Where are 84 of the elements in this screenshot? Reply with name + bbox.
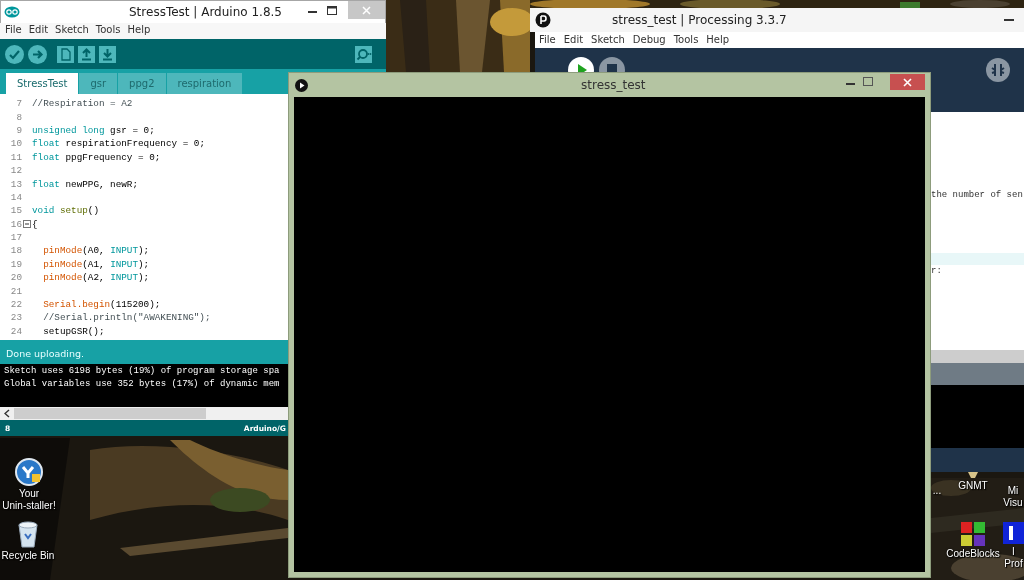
console-line: Sketch uses 6198 bytes (19%) of program storage spa	[4, 366, 281, 378]
code-line: the number of sen	[931, 190, 1023, 200]
line-number: 24	[9, 325, 22, 337]
minimize-icon[interactable]	[308, 11, 317, 14]
desktop-icon-label[interactable]: Recycle Bin	[1, 550, 55, 562]
upload-button[interactable]	[28, 44, 47, 64]
line-number: 17	[9, 232, 22, 244]
menu-item[interactable]: Help	[706, 34, 730, 46]
line-number: 20	[9, 272, 22, 284]
desktop-icon-label[interactable]: I Prof	[1004, 546, 1023, 570]
line-number: 10	[9, 138, 22, 150]
window-title: stress_test | Processing 3.3.7	[612, 13, 787, 27]
desktop-icon-label[interactable]: Mi Visu	[1003, 485, 1023, 509]
line-number: 12	[9, 165, 22, 177]
code-line: float newPPG, newR;	[32, 178, 138, 190]
menu-item[interactable]: Tools	[95, 24, 121, 38]
line-number: 19	[9, 258, 22, 270]
code-line: float respirationFrequency = 0;	[32, 138, 205, 150]
line-number: 18	[9, 245, 22, 257]
close-button[interactable]	[890, 74, 925, 90]
menu-item[interactable]: Sketch	[591, 34, 625, 46]
console-line: Global variables use 352 bytes (17%) of dynamic mem	[4, 379, 281, 391]
code-line: void setup()	[32, 205, 99, 217]
recycle-bin-icon[interactable]	[17, 520, 39, 548]
run-button[interactable]	[568, 57, 594, 72]
menu-item[interactable]: Tools	[673, 34, 699, 46]
code-line: //Serial.println("AWAKENING");	[42, 312, 211, 324]
desktop-icon-label[interactable]: ...	[932, 485, 942, 497]
window-title: stress_test	[581, 78, 646, 92]
line-number: 7	[15, 98, 22, 110]
code-line: pinMode(A2, INPUT);	[42, 272, 150, 284]
line-number: 16	[9, 218, 22, 230]
close-icon[interactable]	[903, 77, 912, 87]
code-line: Serial.begin(115200);	[42, 299, 161, 311]
code-line: float ppgFrequency = 0;	[32, 151, 161, 163]
minimize-icon[interactable]	[1004, 19, 1014, 22]
file-tab[interactable]: StressTest	[6, 73, 79, 94]
maximize-icon[interactable]	[327, 6, 337, 15]
line-number: 13	[9, 178, 22, 190]
line-number: 22	[9, 299, 22, 311]
code-line: setupGSR();	[42, 325, 105, 337]
scrollbar[interactable]	[931, 350, 1024, 363]
window-title: StressTest | Arduino 1.8.5	[129, 5, 282, 19]
blocks-icon[interactable]	[961, 522, 985, 546]
new-file-button[interactable]	[57, 45, 74, 63]
desktop-icon-label[interactable]: Your Unin-staller!	[2, 488, 56, 512]
menu-item[interactable]: File	[5, 24, 22, 38]
serial-monitor-button[interactable]	[355, 45, 372, 63]
line-number: 11	[9, 151, 22, 163]
code-line: pinMode(A1, INPUT);	[42, 258, 150, 270]
menu-item[interactable]: Edit	[28, 24, 49, 38]
code-editor[interactable]	[0, 94, 288, 340]
scroll-left-icon[interactable]	[4, 409, 10, 418]
app-logo-icon	[4, 6, 20, 18]
play-icon	[295, 78, 308, 92]
collapse-icon[interactable]	[23, 220, 31, 229]
menu-item[interactable]: Help	[127, 24, 151, 38]
code-line: //Respiration = A2	[32, 98, 133, 110]
open-button[interactable]	[78, 45, 95, 63]
desktop-icon-label[interactable]: CodeBlocks	[946, 548, 1000, 560]
app-logo-icon	[535, 12, 551, 28]
status-message: Done uploading.	[0, 340, 288, 364]
minimize-icon[interactable]	[846, 83, 855, 86]
code-line: unsigned long gsr = 0;	[32, 124, 155, 136]
line-number: 8	[15, 111, 22, 123]
app-icon[interactable]	[1003, 522, 1024, 544]
line-number: 9	[15, 124, 22, 136]
menu-item[interactable]: Sketch	[55, 24, 89, 38]
scrollbar-thumb[interactable]	[14, 408, 206, 419]
line-number: 15	[9, 205, 22, 217]
desktop-icon-label[interactable]: GNMT	[958, 480, 988, 492]
line-number: 21	[9, 285, 22, 297]
menu-item[interactable]: Debug	[632, 34, 666, 46]
line-number: 23	[9, 312, 22, 324]
code-line: pinMode(A0, INPUT);	[42, 245, 150, 257]
debug-button[interactable]	[986, 58, 1010, 82]
verify-button[interactable]	[5, 44, 24, 64]
menu-item[interactable]: Edit	[563, 34, 584, 46]
code-editor[interactable]: the number of sen r:	[931, 112, 1024, 350]
menu-item[interactable]: File	[539, 34, 556, 46]
code-line: {	[32, 218, 38, 230]
save-button[interactable]	[99, 45, 116, 63]
code-line: r:	[931, 266, 942, 276]
line-number: 14	[9, 191, 22, 203]
